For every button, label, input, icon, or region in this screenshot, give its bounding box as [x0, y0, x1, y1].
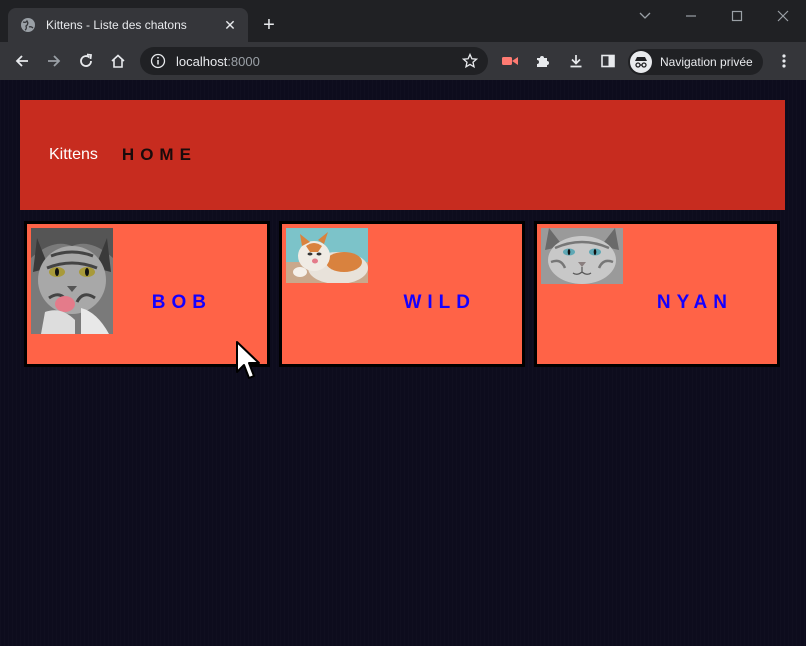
bookmark-star-icon[interactable] — [462, 53, 478, 69]
browser-tab[interactable]: Kittens - Liste des chatons ✕ — [8, 8, 248, 42]
kitten-name: BOB — [151, 292, 212, 313]
close-tab-icon[interactable]: ✕ — [222, 17, 238, 33]
incognito-icon — [630, 51, 652, 73]
kitten-card[interactable]: WILD — [279, 221, 525, 367]
reload-icon[interactable] — [72, 47, 100, 75]
address-bar[interactable]: localhost:8000 — [140, 47, 488, 75]
tabby-cat-photo-icon — [31, 228, 113, 334]
page-viewport: Kittens HOME BOB WILD NYAN — [0, 80, 806, 646]
address-port: :8000 — [227, 53, 260, 69]
back-icon[interactable] — [8, 47, 36, 75]
nav-home-link[interactable]: HOME — [122, 145, 197, 165]
kitten-card[interactable]: NYAN — [534, 221, 780, 367]
kitten-name: WILD — [403, 292, 476, 313]
incognito-label: Navigation privée — [660, 55, 753, 69]
minimize-icon[interactable] — [668, 0, 714, 32]
incognito-badge[interactable]: Navigation privée — [628, 49, 763, 75]
site-info-icon[interactable] — [150, 53, 166, 69]
ginger-cat-photo-icon — [286, 228, 368, 283]
browser-titlebar: Kittens - Liste des chatons ✕ + — [0, 0, 806, 42]
brand-link[interactable]: Kittens — [49, 146, 98, 164]
kitten-name: NYAN — [656, 292, 733, 313]
side-panel-icon[interactable] — [594, 47, 622, 75]
tab-search-icon[interactable] — [622, 0, 668, 32]
mouse-cursor-icon — [236, 341, 260, 379]
grey-cat-photo-icon — [541, 228, 623, 284]
browser-toolbar: localhost:8000 Navigation privée — [0, 42, 806, 80]
close-window-icon[interactable] — [760, 0, 806, 32]
kitten-card[interactable]: BOB — [24, 221, 270, 367]
site-navbar: Kittens HOME — [20, 100, 785, 210]
home-icon[interactable] — [104, 47, 132, 75]
tab-title: Kittens - Liste des chatons — [46, 18, 187, 32]
download-icon[interactable] — [562, 47, 590, 75]
maximize-icon[interactable] — [714, 0, 760, 32]
extension-video-icon[interactable] — [496, 47, 524, 75]
extensions-puzzle-icon[interactable] — [528, 47, 556, 75]
globe-icon — [21, 18, 35, 32]
new-tab-button[interactable]: + — [258, 14, 280, 36]
menu-kebab-icon[interactable] — [770, 47, 798, 75]
address-host: localhost — [176, 53, 228, 69]
forward-icon[interactable] — [40, 47, 68, 75]
